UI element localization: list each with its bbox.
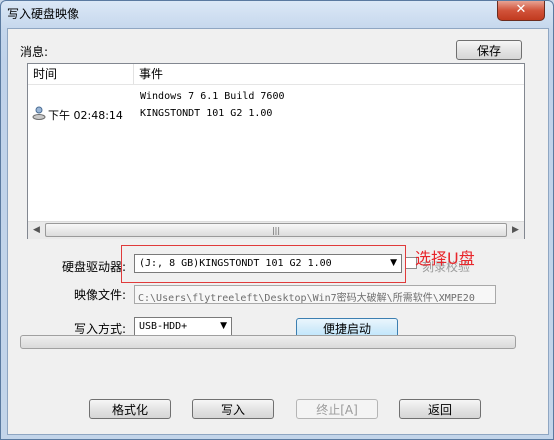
column-header-event[interactable]: 事件 [134,64,524,84]
image-file-label: 映像文件: [74,288,127,302]
save-button[interactable]: 保存 [456,40,522,60]
abort-button[interactable]: 终止[A] [296,399,378,419]
annotation-box [121,245,406,283]
messages-label: 消息: [20,45,49,59]
window-title: 写入硬盘映像 [7,7,80,21]
format-button[interactable]: 格式化 [89,399,171,419]
event-text: KINGSTONDT 101 G2 1.00 [140,108,273,119]
list-item[interactable]: 下午 02:48:14 KINGSTONDT 101 G2 1.00 [28,106,524,122]
time-prefix: 下午 02:48:14 [48,109,123,122]
dialog-client: 消息: 保存 时间 事件 Windows 7 6.1 Build 7600 下午… [7,28,549,435]
column-header-time[interactable]: 时间 [28,64,134,84]
write-method-value: USB-HDD+ [139,321,188,332]
annotation-text: 选择U盘 [415,249,475,268]
horizontal-scrollbar[interactable]: ◀ ||| ▶ [28,221,524,239]
close-button[interactable]: ✕ [497,1,545,21]
message-list[interactable]: 时间 事件 Windows 7 6.1 Build 7600 下午 02:48:… [27,63,525,239]
user-disk-icon [32,106,46,120]
dialog-window: 写入硬盘映像 ✕ 消息: 保存 时间 事件 Windows 7 6.1 Buil… [0,0,554,440]
write-method-select[interactable]: USB-HDD+ ▼ [134,317,232,336]
close-icon: ✕ [515,2,527,17]
scroll-left-icon[interactable]: ◀ [28,222,45,239]
list-item[interactable]: Windows 7 6.1 Build 7600 [28,90,524,104]
scroll-thumb[interactable]: ||| [45,223,507,237]
title-bar[interactable]: 写入硬盘映像 ✕ [1,1,553,25]
write-button[interactable]: 写入 [192,399,274,419]
back-button[interactable]: 返回 [399,399,481,419]
header-divider [28,84,524,85]
chevron-down-icon: ▼ [220,321,227,331]
progress-bar [20,335,516,349]
image-file-field[interactable]: C:\Users\flytreeleft\Desktop\Win7密码大破解\所… [134,285,496,304]
scroll-right-icon[interactable]: ▶ [507,222,524,239]
event-text: Windows 7 6.1 Build 7600 [140,91,285,102]
drive-label: 硬盘驱动器: [62,260,127,274]
